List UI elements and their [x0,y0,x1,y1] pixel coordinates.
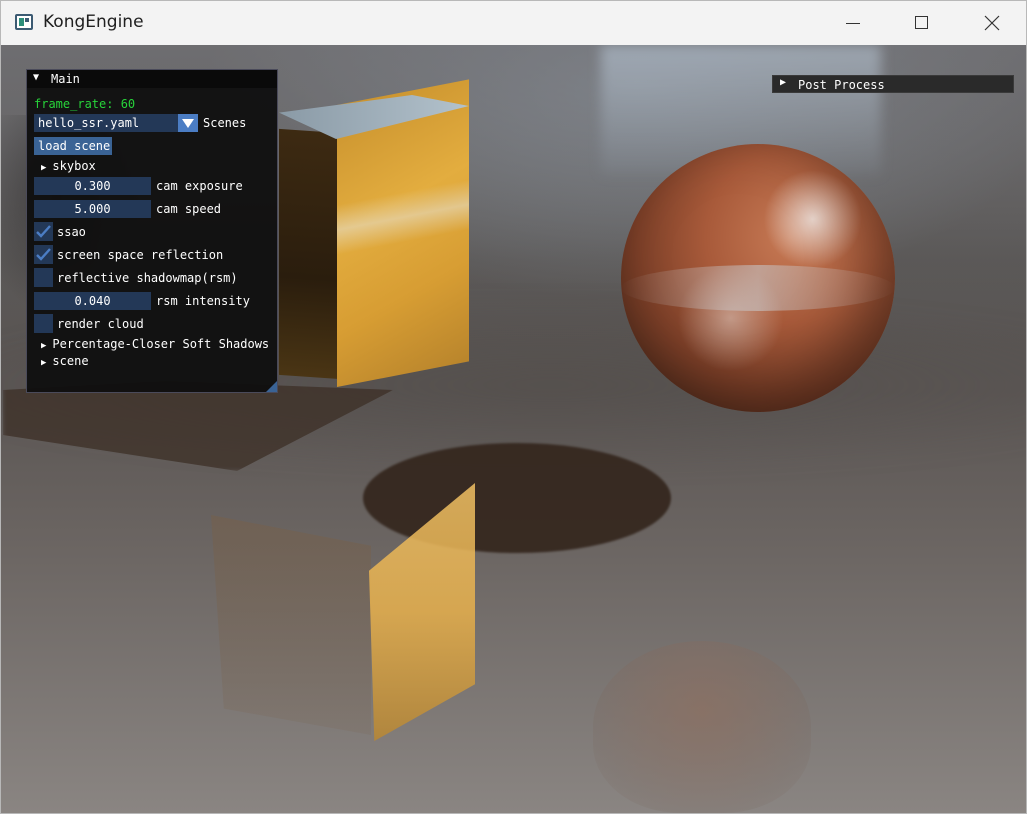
tree-node-skybox[interactable]: ▶ skybox [41,159,96,173]
minimize-button[interactable] [817,1,887,45]
main-settings-panel[interactable]: ▼ Main frame_rate: 60 hello_ssr.yaml Sce… [26,69,278,393]
tree-node-scene[interactable]: ▶ scene [41,354,89,368]
rsm-intensity-label: rsm intensity [156,294,250,308]
post-process-panel[interactable]: ▶ Post Process [772,75,1014,93]
rsm-intensity-drag[interactable]: 0.040 [34,292,151,310]
collapse-arrow-icon[interactable]: ▼ [33,72,39,83]
check-icon [36,225,51,238]
cam-speed-label: cam speed [156,202,222,216]
post-process-title: Post Process [798,78,885,92]
close-button[interactable] [957,1,1026,45]
scenes-combo-value: hello_ssr.yaml [38,116,140,130]
sphere-reflection [593,641,811,813]
tree-node-label: Percentage-Closer Soft Shadows [52,337,270,351]
resize-grip-icon[interactable] [266,381,277,392]
main-panel-title: Main [51,72,80,86]
combo-arrow-icon[interactable] [178,114,198,132]
sphere-shadow [363,443,671,553]
tree-node-label: scene [52,354,89,368]
scenes-combo-label: Scenes [203,116,247,130]
cube-reflection-dark-face [211,515,371,735]
ssr-checkbox[interactable] [34,245,53,264]
load-scene-button[interactable]: load scene [34,137,112,155]
sphere-highlight-band [621,265,895,311]
check-icon [36,248,51,261]
frame-rate-text: frame_rate: 60 [34,97,136,111]
tree-arrow-icon: ▶ [41,341,47,351]
expand-arrow-icon[interactable]: ▶ [780,77,786,88]
load-scene-label: load scene [38,139,111,153]
maximize-button[interactable] [887,1,957,45]
close-icon [984,15,1000,31]
render-cloud-label: render cloud [57,317,144,331]
app-window: KongEngine ▼ Main frame_rate: 60 hello_s… [0,0,1027,814]
ssao-label: ssao [57,225,86,239]
ssao-checkbox[interactable] [34,222,53,241]
cam-speed-drag[interactable]: 5.000 [34,200,151,218]
render-cloud-checkbox[interactable] [34,314,53,333]
app-icon [15,14,33,30]
title-bar[interactable]: KongEngine [1,1,1026,45]
main-panel-titlebar[interactable]: ▼ Main [27,70,277,88]
tree-arrow-icon: ▶ [41,163,47,173]
cube-front-face [279,128,341,380]
window-title: KongEngine [43,12,144,32]
scenes-combo[interactable]: hello_ssr.yaml [34,114,198,132]
tree-node-label: skybox [52,159,96,173]
cam-exposure-drag[interactable]: 0.300 [34,177,151,195]
tree-node-pcss[interactable]: ▶ Percentage-Closer Soft Shadows [41,337,269,351]
tree-arrow-icon: ▶ [41,358,47,368]
rsm-label: reflective shadowmap(rsm) [57,271,238,285]
ssr-label: screen space reflection [57,248,224,262]
rsm-checkbox[interactable] [34,268,53,287]
cam-exposure-label: cam exposure [156,179,243,193]
